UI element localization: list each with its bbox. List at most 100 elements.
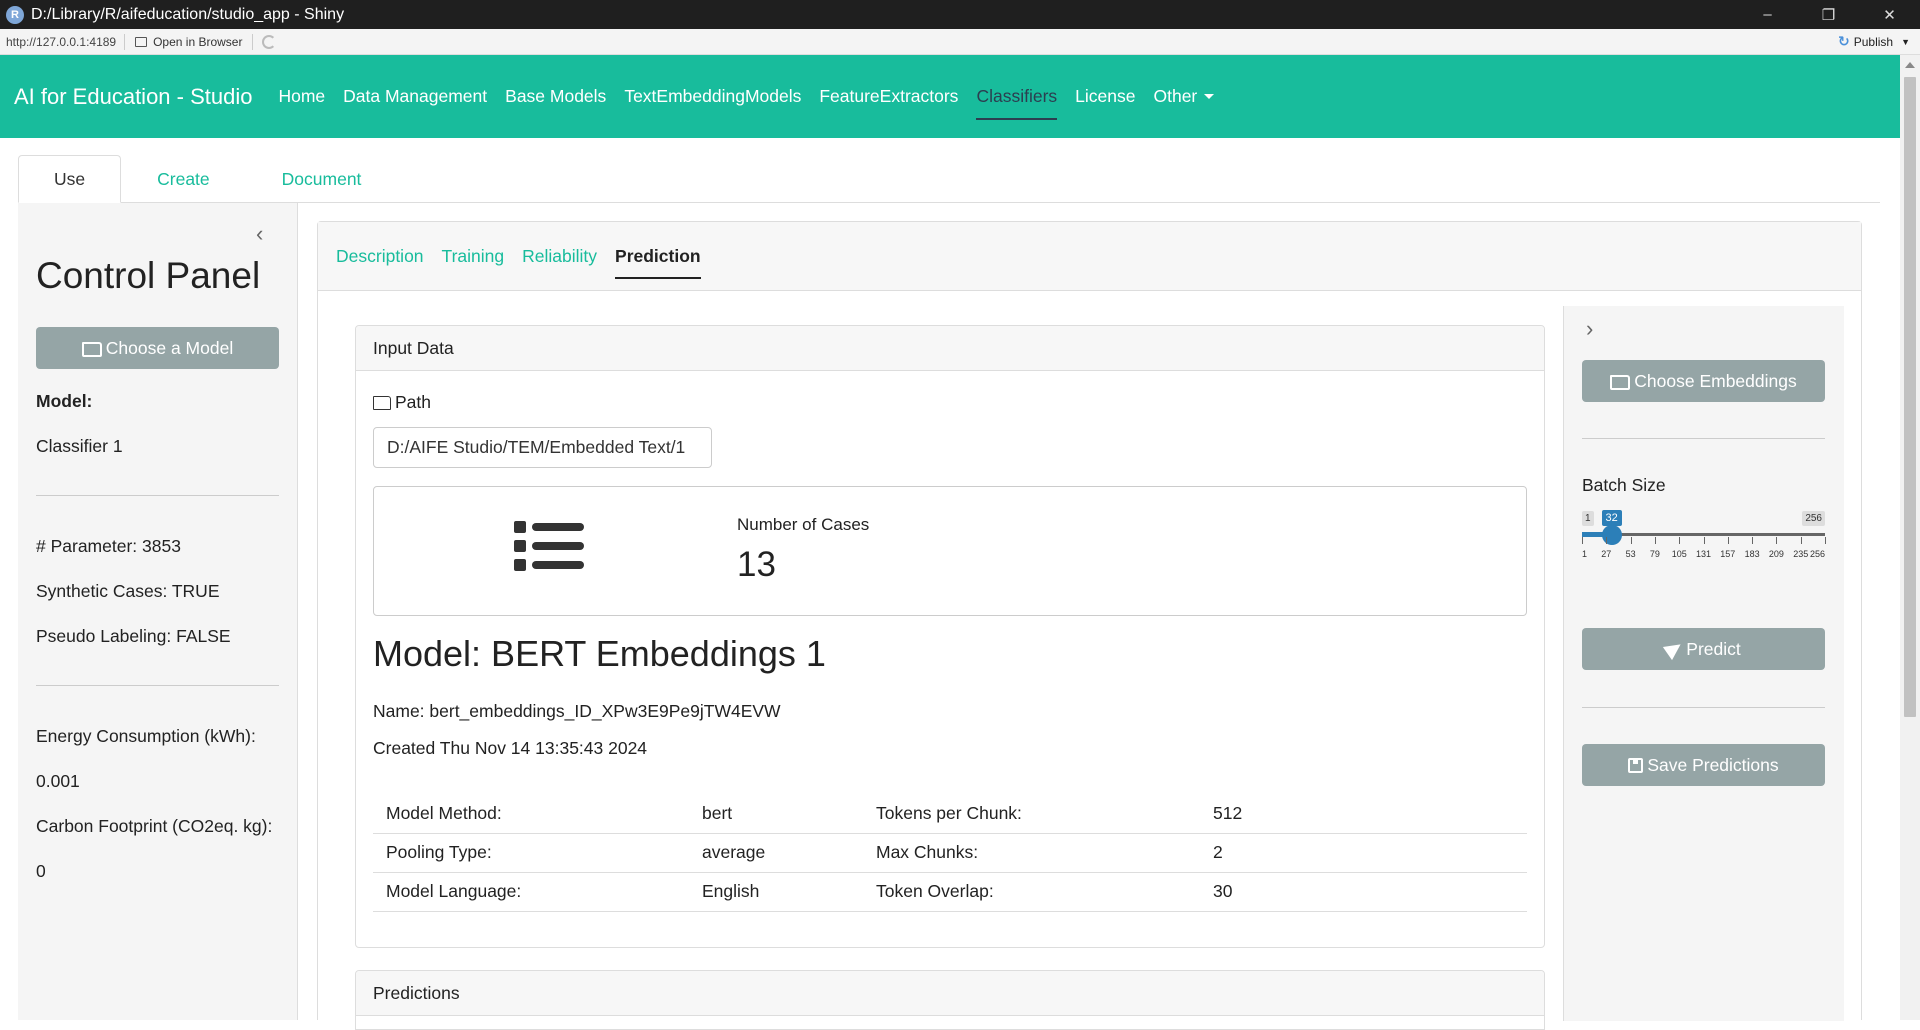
slider-handle[interactable] [1601,525,1622,545]
prediction-controls-panel: › Choose Embeddings Batch Size 1 256 32 … [1563,306,1844,1021]
divider [1582,707,1825,708]
window-title-bar: R D:/Library/R/aifeducation/studio_app -… [0,0,1920,29]
folder-open-icon [81,341,102,357]
nav-home[interactable]: Home [269,55,334,138]
carbon-label: Carbon Footprint (CO2eq. kg): [36,816,273,836]
slider-tick-label: 256 [1810,549,1826,559]
folder-icon [373,395,391,410]
table-row: Model Method: bert Tokens per Chunk: 512 [373,794,1527,834]
tab-reliability[interactable]: Reliability [522,222,597,291]
divider [1582,438,1825,439]
table-cell: 512 [1200,794,1527,834]
table-cell: average [689,833,863,873]
choose-model-button[interactable]: Choose a Model [36,327,279,369]
slider-tick-label: 27 [1601,549,1612,559]
slider-tick-label: 183 [1744,549,1760,559]
path-field[interactable]: D:/AIFE Studio/TEM/Embedded Text/1 [373,427,712,468]
slider-min-label: 1 [1582,511,1594,526]
scrollbar-thumb[interactable] [1904,77,1916,717]
table-cell: English [689,872,863,912]
window-title: D:/Library/R/aifeducation/studio_app - S… [31,5,345,23]
energy-value: 0.001 [36,771,80,791]
paper-plane-icon [1663,637,1686,661]
close-icon[interactable]: ✕ [1859,0,1920,29]
caret-down-icon [1204,94,1215,99]
slider-tick [1630,537,1632,544]
control-panel-title: Control Panel [36,255,261,296]
save-icon [1628,757,1644,773]
model-title: Model: BERT Embeddings 1 [373,633,826,674]
carbon-value: 0 [36,861,46,881]
path-label-text: Path [395,392,431,412]
slider-max-label: 256 [1802,511,1825,526]
main-card: Description Training Reliability Predict… [317,221,1862,1030]
minimize-icon[interactable]: – [1737,0,1798,29]
divider [36,495,279,496]
predict-button[interactable]: Predict [1582,628,1825,670]
publish-label: Publish [1853,34,1894,49]
slider-tick [1727,537,1729,544]
publish-button[interactable]: ↻ Publish ▼ [1838,33,1910,50]
synthetic-cases: Synthetic Cases: TRUE [36,581,220,601]
input-data-card: Input Data Path D:/AIFE Studio/TEM/Embed… [355,325,1545,948]
list-icon [514,521,584,578]
divider [36,685,279,686]
nav-other-dropdown[interactable]: Other [1144,55,1223,138]
batch-size-slider[interactable]: 1 256 32 1 27 53 79 105 131 157 183 209 235 256 [1582,510,1826,571]
tab-training[interactable]: Training [442,222,505,291]
slider-tick-label: 79 [1649,549,1660,559]
table-cell: Model Method: [373,794,689,834]
navbar-brand[interactable]: AI for Education - Studio [14,84,252,110]
cases-label: Number of Cases [737,515,870,534]
table-cell: Max Chunks: [863,833,1200,873]
slider-tick [1606,537,1608,544]
open-in-browser-label: Open in Browser [153,34,243,49]
slider-tick-label: 131 [1696,549,1712,559]
table-row: Model Language: English Token Overlap: 3… [373,872,1527,912]
number-of-cases-box: Number of Cases 13 [373,486,1527,616]
nav-text-embedding-models[interactable]: TextEmbeddingModels [615,55,810,138]
restore-icon[interactable]: ❐ [1798,0,1859,29]
tab-use[interactable]: Use [18,155,122,203]
choose-embeddings-label: Choose Embeddings [1634,370,1797,391]
save-predictions-button[interactable]: Save Predictions [1582,744,1825,786]
slider-tick [1703,537,1705,544]
slider-tick-label: 1 [1582,549,1588,559]
slider-tick [1654,537,1656,544]
choose-embeddings-button[interactable]: Choose Embeddings [1582,360,1825,402]
slider-tick [1825,537,1826,544]
predictions-header: Predictions [356,971,1544,1016]
slider-tick-label: 235 [1793,549,1809,559]
nav-license[interactable]: License [1066,55,1144,138]
top-navbar: AI for Education - Studio Home Data Mana… [0,55,1900,138]
publish-icon: ↻ [1837,33,1850,49]
chevron-right-icon[interactable]: › [1586,316,1593,342]
page-scrollbar[interactable] [1900,55,1920,1020]
table-cell: bert [689,794,863,834]
nav-feature-extractors[interactable]: FeatureExtractors [810,55,967,138]
tab-description[interactable]: Description [336,222,424,291]
slider-tick-label: 53 [1625,549,1636,559]
open-in-browser-button[interactable]: Open in Browser [125,33,254,50]
slider-tick-label: 105 [1671,549,1687,559]
window-controls: – ❐ ✕ [1737,0,1920,29]
pseudo-labeling: Pseudo Labeling: FALSE [36,626,231,646]
viewer-url: http://127.0.0.1:4189 [0,33,126,50]
scroll-up-arrow-icon[interactable] [1905,62,1915,68]
slider-tick-label: 157 [1720,549,1736,559]
parameter-count: # Parameter: 3853 [36,536,181,556]
nav-base-models[interactable]: Base Models [496,55,615,138]
chevron-left-icon[interactable]: ‹ [256,221,263,247]
model-name: Classifier 1 [36,436,123,456]
slider-tick [1776,537,1778,544]
nav-classifiers[interactable]: Classifiers [967,55,1066,138]
nav-data-management[interactable]: Data Management [334,55,496,138]
refresh-icon[interactable] [262,34,277,49]
table-cell: 30 [1200,872,1527,912]
table-row: Pooling Type: average Max Chunks: 2 [373,833,1527,873]
tab-document[interactable]: Document [246,155,398,203]
choose-model-label: Choose a Model [105,337,234,358]
tab-prediction[interactable]: Prediction [615,222,701,291]
tab-create[interactable]: Create [121,155,246,203]
table-cell: Model Language: [373,872,689,912]
